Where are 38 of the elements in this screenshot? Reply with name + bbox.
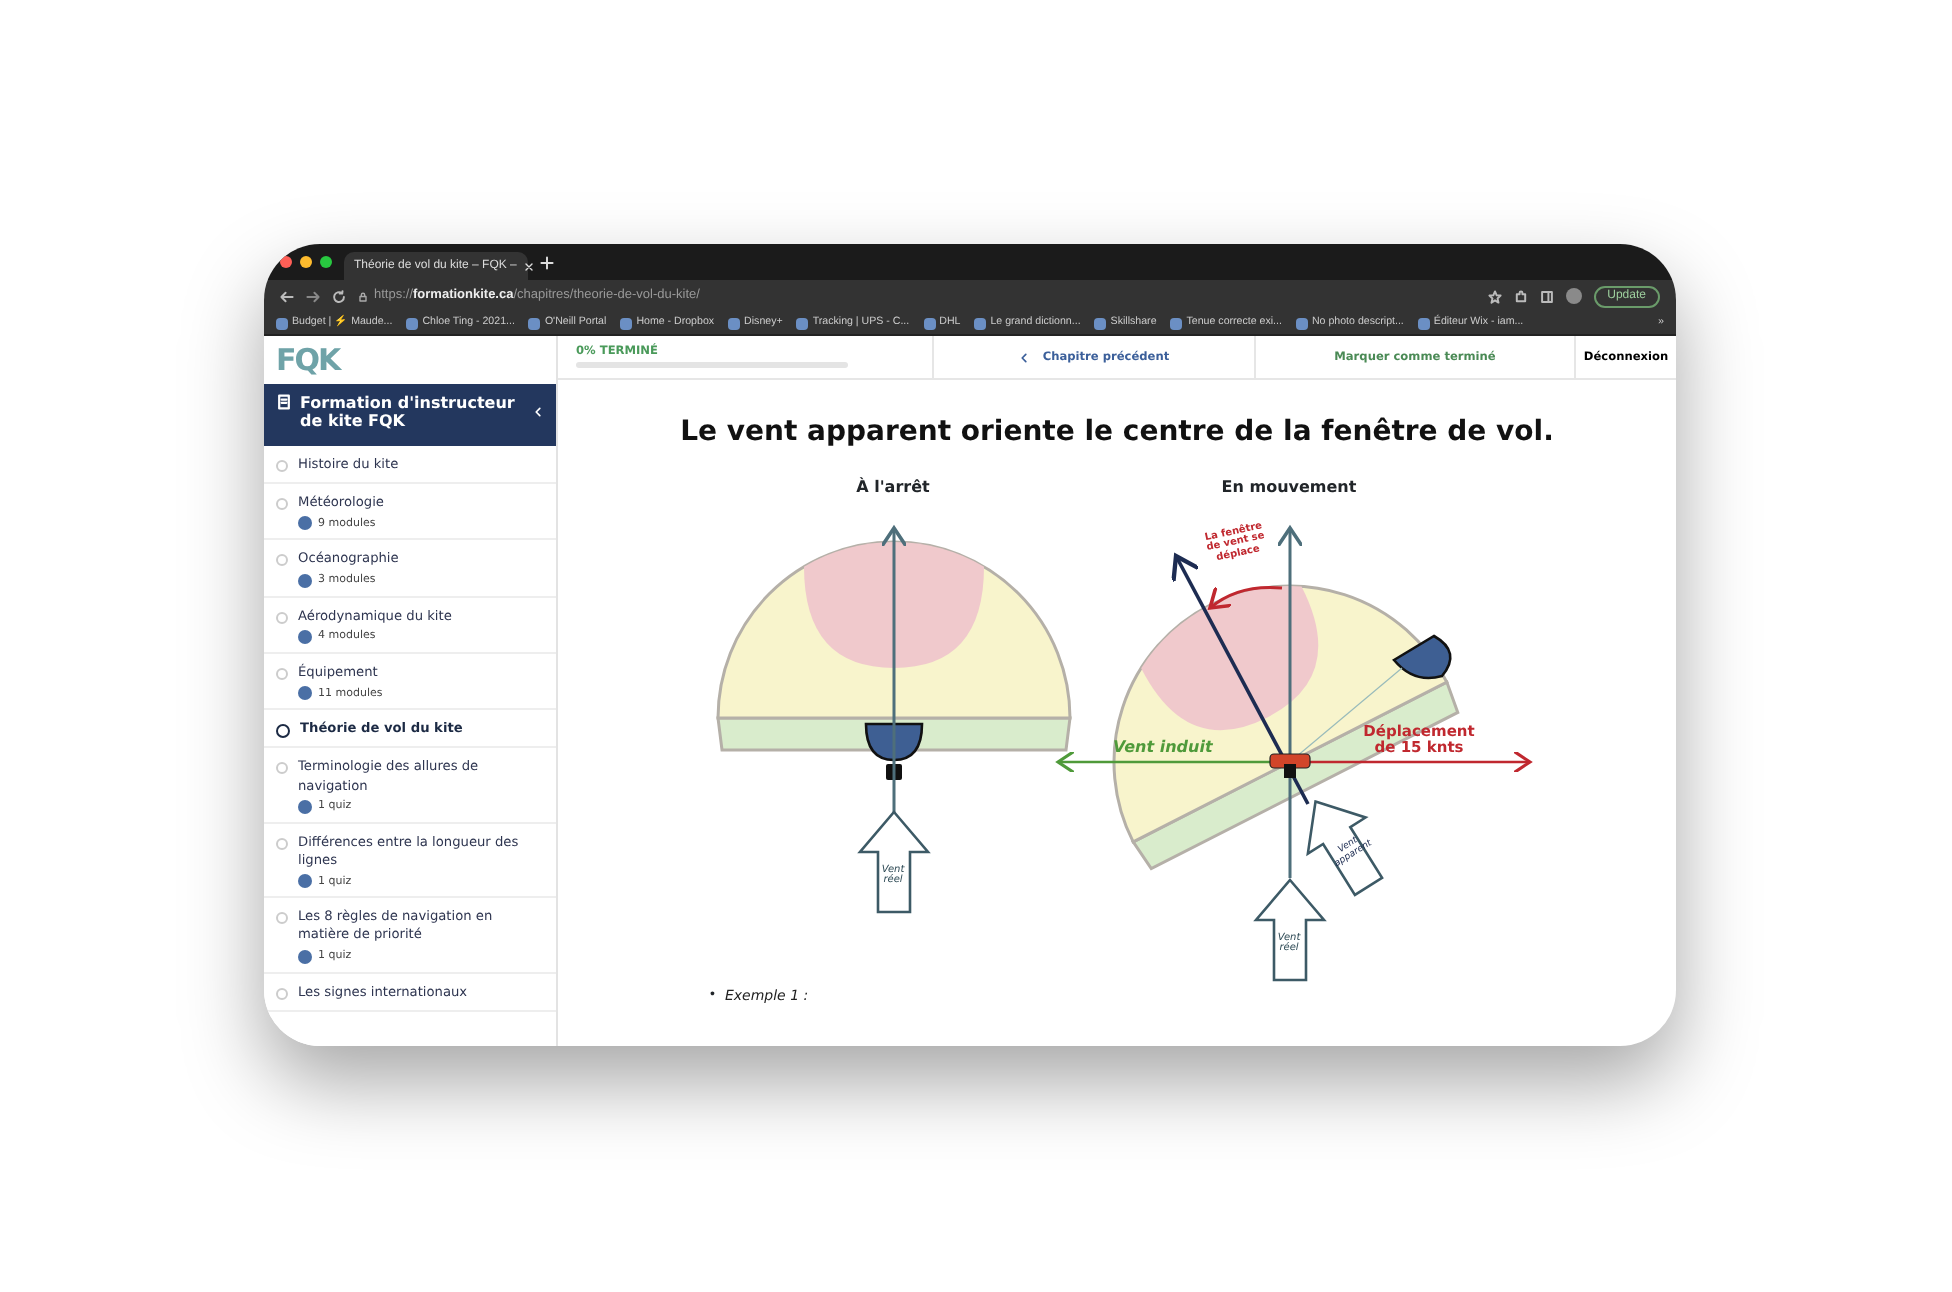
avatar-icon[interactable] — [1565, 288, 1582, 304]
bookmark-icon — [528, 317, 541, 329]
bookmark-icon — [1170, 317, 1183, 329]
page-heading: Le vent apparent oriente le centre de la fenêtre de vol. — [678, 416, 1556, 448]
reload-icon[interactable] — [332, 289, 346, 303]
kite-drawing — [863, 722, 923, 780]
maximize-window-icon[interactable] — [320, 256, 332, 268]
bookmark-icon — [923, 317, 936, 329]
bookmark-icon — [728, 317, 741, 329]
close-window-icon[interactable] — [280, 256, 292, 268]
curved-arrow — [1207, 585, 1282, 610]
sidebar-icon[interactable] — [1539, 289, 1554, 303]
hollow-arrow-drawing — [1305, 799, 1383, 897]
board-drawing — [1268, 753, 1310, 778]
back-icon[interactable] — [280, 289, 294, 303]
bookmark-icon — [1094, 317, 1107, 329]
chevron-left-icon[interactable] — [532, 406, 544, 418]
chevron-left-icon — [1018, 351, 1031, 363]
bookmark-icon — [796, 317, 809, 329]
book-icon — [276, 394, 292, 410]
bookmark-icon — [276, 317, 288, 329]
bookmark-icon — [620, 317, 633, 329]
diagram-label: Vent induit — [1113, 740, 1213, 757]
hollow-arrow-drawing — [856, 810, 930, 914]
minimize-window-icon[interactable] — [300, 256, 312, 268]
bookmark-icon — [406, 317, 419, 329]
course-title: Formation d'instructeur de kite FQK — [300, 394, 517, 430]
close-tab-icon[interactable] — [524, 261, 535, 271]
lock-icon — [358, 291, 368, 301]
bookmark-icon — [1417, 317, 1430, 329]
diagram-label: À l'arrêt — [854, 480, 932, 497]
bookmark-icon — [1295, 317, 1308, 329]
bookmark-icon — [974, 317, 987, 329]
new-tab-icon[interactable] — [540, 255, 554, 269]
diagram-label: En mouvement — [1219, 480, 1359, 497]
hollow-arrow-drawing — [1252, 878, 1326, 982]
forward-icon[interactable] — [306, 289, 320, 303]
star-icon[interactable] — [1487, 289, 1502, 303]
